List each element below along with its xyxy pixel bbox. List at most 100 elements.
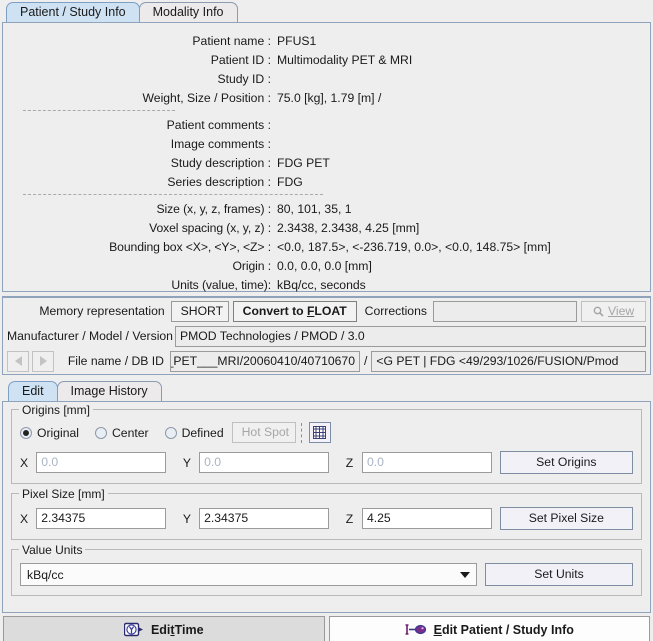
separator-2 <box>23 194 323 195</box>
info-label: Units (value, time): <box>171 277 271 292</box>
info-row-weight-size-position: Weight, Size / Position : 75.0 [kg], 1.7… <box>3 88 650 107</box>
patient-study-info-panel: Patient name : PFUS1 Patient ID : Multim… <box>2 22 651 292</box>
info-label: Origin : <box>232 258 272 273</box>
corrections-field[interactable] <box>432 300 578 322</box>
info-value: FDG PET <box>277 155 330 170</box>
origins-group-title: Origins [mm] <box>19 403 94 417</box>
edit-patient-label-mnemonic: E <box>433 622 442 637</box>
convert-to-float-button[interactable]: Convert to FLOAT <box>232 300 357 322</box>
pixel-axis-z-label: Z <box>345 511 354 526</box>
radio-indicator <box>164 426 177 439</box>
next-image-button[interactable] <box>32 350 54 372</box>
tab-patient-study-info[interactable]: Patient / Study Info <box>6 2 140 22</box>
pixel-axis-x-label: X <box>20 511 29 526</box>
info-row-patient-name: Patient name : PFUS1 <box>3 31 650 50</box>
manufacturer-field[interactable]: PMOD Technologies / PMOD / 3.0 <box>175 325 646 347</box>
origin-axis-y-label: Y <box>182 455 192 470</box>
db-id-field[interactable]: G PET | FDG <49/293/1026/FUSION/Pmod> <box>371 350 646 372</box>
manufacturer-row: Manufacturer / Model / Version PMOD Tech… <box>3 324 650 348</box>
radio-label: Original <box>37 425 79 440</box>
info-row-image-comments: Image comments : <box>3 134 650 153</box>
edit-time-label-pre: Edi <box>150 622 171 637</box>
toolbar-divider <box>300 422 304 443</box>
memory-type-button[interactable]: SHORT <box>170 300 229 322</box>
view-button[interactable]: View <box>581 300 646 322</box>
memory-representation-label: Memory representation <box>39 304 165 318</box>
convert-label-post: LOAT <box>314 303 347 318</box>
filename-field[interactable]: ALITY_PET___MRI/20060410/40710670 <box>170 350 360 372</box>
radio-indicator <box>20 426 32 439</box>
magnifier-icon <box>593 306 604 317</box>
info-label: Bounding box <X>, <Y>, <Z> : <box>109 239 271 254</box>
bottom-action-bar: Edi t Time Edit Patient / Study Info <box>0 613 653 641</box>
pixel-size-z-input[interactable]: 4.25 <box>361 508 492 529</box>
info-label: Image comments : <box>170 136 271 151</box>
previous-image-button[interactable] <box>7 350 29 372</box>
info-row-study-id: Study ID : <box>3 69 650 88</box>
edit-patient-study-info-button[interactable]: Edit Patient / Study Info <box>328 616 650 641</box>
radio-indicator <box>95 426 107 439</box>
clock-edit-icon <box>123 622 144 637</box>
info-value: 2.3438, 2.3438, 4.25 [mm] <box>277 220 420 235</box>
info-label: Patient name : <box>192 33 271 48</box>
radio-label: Defined <box>181 425 224 440</box>
set-units-button[interactable]: Set Units <box>485 563 633 586</box>
lower-tab-strip: Edit Image History <box>0 379 653 401</box>
edit-time-button[interactable]: Edi t Time <box>3 616 325 641</box>
origin-y-input[interactable]: 0.0 <box>199 452 329 473</box>
value-units-group-title: Value Units <box>19 543 86 557</box>
info-row-series-description: Series description : FDG <box>3 172 650 191</box>
origins-fields-row: X 0.0 Y 0.0 Z 0.0 Set Origins <box>20 451 633 474</box>
radio-origins-original[interactable]: Original <box>20 426 79 440</box>
radio-label: Center <box>112 425 149 440</box>
info-value: kBq/cc, seconds <box>277 277 366 292</box>
grid-matrix-icon-button[interactable] <box>308 422 331 443</box>
info-value: 80, 101, 35, 1 <box>277 201 352 216</box>
origin-axis-x-label: X <box>20 455 29 470</box>
info-label: Patient comments : <box>166 117 271 132</box>
origins-mode-row: Original Center Defined Hot Spot <box>20 422 633 443</box>
view-button-label: View <box>608 303 635 318</box>
origin-z-input[interactable]: 0.0 <box>361 452 492 473</box>
top-tab-strip: Patient / Study Info Modality Info <box>0 0 653 22</box>
memory-representation-row: Memory representation SHORT Convert to F… <box>3 298 650 324</box>
tab-edit[interactable]: Edit <box>8 381 58 401</box>
info-label: Series description : <box>167 174 271 189</box>
tab-label: Edit <box>22 384 44 398</box>
origin-axis-z-label: Z <box>345 455 354 470</box>
set-pixel-size-button[interactable]: Set Pixel Size <box>499 507 633 530</box>
pixel-size-y-input[interactable]: 2.34375 <box>199 508 329 529</box>
origin-x-input[interactable]: 0.0 <box>36 452 166 473</box>
chevron-right-icon <box>39 356 47 366</box>
tab-label: Modality Info <box>152 5 224 19</box>
separator-1 <box>23 110 175 111</box>
tab-label: Patient / Study Info <box>20 5 126 19</box>
info-row-units: Units (value, time): kBq/cc, seconds <box>3 275 650 294</box>
filename-row: File name / DB ID ALITY_PET___MRI/200604… <box>3 348 650 374</box>
tab-modality-info[interactable]: Modality Info <box>138 2 238 22</box>
info-label: Patient ID : <box>210 52 271 67</box>
value-units-row: kBq/cc Set Units <box>20 563 633 586</box>
edit-time-label-post: Time <box>174 622 204 637</box>
pixel-size-group: Pixel Size [mm] X 2.34375 Y 2.34375 Z 4.… <box>11 487 642 540</box>
radio-origins-defined[interactable]: Defined <box>164 425 224 440</box>
pixel-size-x-input[interactable]: 2.34375 <box>36 508 166 529</box>
value-units-select[interactable]: kBq/cc <box>20 563 477 586</box>
tab-image-history[interactable]: Image History <box>56 381 162 401</box>
info-label: Size (x, y, z, frames) : <box>156 201 271 216</box>
chevron-down-icon <box>460 571 470 578</box>
info-value: Multimodality PET & MRI <box>277 52 413 67</box>
info-row-origin: Origin : 0.0, 0.0, 0.0 [mm] <box>3 256 650 275</box>
chevron-left-icon <box>14 356 22 366</box>
image-info-window: Patient / Study Info Modality Info Patie… <box>0 0 653 641</box>
pixel-axis-y-label: Y <box>182 511 192 526</box>
manufacturer-label: Manufacturer / Model / Version <box>7 329 173 343</box>
info-row-study-description: Study description : FDG PET <box>3 153 650 172</box>
set-origins-button[interactable]: Set Origins <box>499 451 633 474</box>
info-row-size: Size (x, y, z, frames) : 80, 101, 35, 1 <box>3 199 650 218</box>
info-label: Voxel spacing (x, y, z) : <box>149 220 271 235</box>
hot-spot-button[interactable]: Hot Spot <box>231 422 296 443</box>
radio-origins-center[interactable]: Center <box>95 426 149 440</box>
convert-label-pre: Convert to <box>242 303 307 318</box>
grid-matrix-icon <box>313 426 327 439</box>
